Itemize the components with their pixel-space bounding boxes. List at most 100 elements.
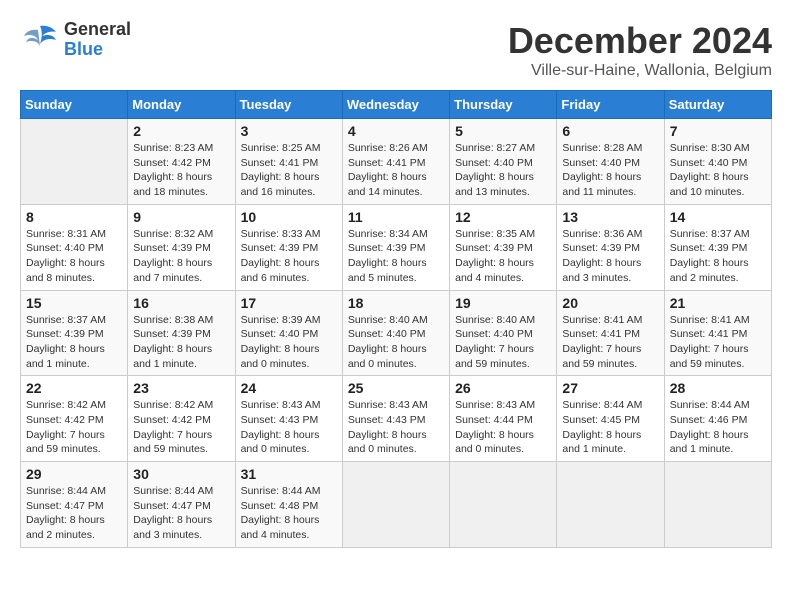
table-row: 29 Sunrise: 8:44 AMSunset: 4:47 PMDaylig… bbox=[21, 462, 128, 548]
day-info: Sunrise: 8:35 AMSunset: 4:39 PMDaylight:… bbox=[455, 227, 551, 286]
day-info: Sunrise: 8:43 AMSunset: 4:43 PMDaylight:… bbox=[241, 398, 337, 457]
day-info: Sunrise: 8:43 AMSunset: 4:44 PMDaylight:… bbox=[455, 398, 551, 457]
logo: General Blue bbox=[20, 20, 131, 60]
day-number: 18 bbox=[348, 295, 444, 311]
table-row: 18 Sunrise: 8:40 AMSunset: 4:40 PMDaylig… bbox=[342, 290, 449, 376]
table-row: 16 Sunrise: 8:38 AMSunset: 4:39 PMDaylig… bbox=[128, 290, 235, 376]
logo-text: General Blue bbox=[64, 20, 131, 60]
logo-general: General bbox=[64, 20, 131, 40]
day-number: 10 bbox=[241, 209, 337, 225]
col-wednesday: Wednesday bbox=[342, 91, 449, 119]
day-info: Sunrise: 8:39 AMSunset: 4:40 PMDaylight:… bbox=[241, 313, 337, 372]
table-row: 3 Sunrise: 8:25 AMSunset: 4:41 PMDayligh… bbox=[235, 119, 342, 205]
calendar-week-row: 22 Sunrise: 8:42 AMSunset: 4:42 PMDaylig… bbox=[21, 376, 772, 462]
calendar-table: Sunday Monday Tuesday Wednesday Thursday… bbox=[20, 90, 772, 548]
title-section: December 2024 Ville-sur-Haine, Wallonia,… bbox=[508, 20, 772, 80]
day-info: Sunrise: 8:31 AMSunset: 4:40 PMDaylight:… bbox=[26, 227, 122, 286]
day-info: Sunrise: 8:44 AMSunset: 4:48 PMDaylight:… bbox=[241, 484, 337, 543]
table-row: 5 Sunrise: 8:27 AMSunset: 4:40 PMDayligh… bbox=[450, 119, 557, 205]
general-blue-icon bbox=[20, 22, 60, 58]
table-row: 21 Sunrise: 8:41 AMSunset: 4:41 PMDaylig… bbox=[664, 290, 771, 376]
calendar-week-row: 2 Sunrise: 8:23 AMSunset: 4:42 PMDayligh… bbox=[21, 119, 772, 205]
day-info: Sunrise: 8:27 AMSunset: 4:40 PMDaylight:… bbox=[455, 141, 551, 200]
day-number: 23 bbox=[133, 380, 229, 396]
table-row: 12 Sunrise: 8:35 AMSunset: 4:39 PMDaylig… bbox=[450, 204, 557, 290]
table-row: 23 Sunrise: 8:42 AMSunset: 4:42 PMDaylig… bbox=[128, 376, 235, 462]
day-number: 11 bbox=[348, 209, 444, 225]
table-row: 15 Sunrise: 8:37 AMSunset: 4:39 PMDaylig… bbox=[21, 290, 128, 376]
calendar-week-row: 8 Sunrise: 8:31 AMSunset: 4:40 PMDayligh… bbox=[21, 204, 772, 290]
day-info: Sunrise: 8:37 AMSunset: 4:39 PMDaylight:… bbox=[26, 313, 122, 372]
table-row: 24 Sunrise: 8:43 AMSunset: 4:43 PMDaylig… bbox=[235, 376, 342, 462]
day-number: 6 bbox=[562, 123, 658, 139]
day-info: Sunrise: 8:41 AMSunset: 4:41 PMDaylight:… bbox=[562, 313, 658, 372]
day-number: 3 bbox=[241, 123, 337, 139]
col-monday: Monday bbox=[128, 91, 235, 119]
day-info: Sunrise: 8:36 AMSunset: 4:39 PMDaylight:… bbox=[562, 227, 658, 286]
logo-blue: Blue bbox=[64, 40, 131, 60]
page-title: December 2024 bbox=[508, 20, 772, 62]
table-row: 26 Sunrise: 8:43 AMSunset: 4:44 PMDaylig… bbox=[450, 376, 557, 462]
day-info: Sunrise: 8:44 AMSunset: 4:46 PMDaylight:… bbox=[670, 398, 766, 457]
table-row: 13 Sunrise: 8:36 AMSunset: 4:39 PMDaylig… bbox=[557, 204, 664, 290]
day-info: Sunrise: 8:37 AMSunset: 4:39 PMDaylight:… bbox=[670, 227, 766, 286]
day-number: 8 bbox=[26, 209, 122, 225]
table-row: 6 Sunrise: 8:28 AMSunset: 4:40 PMDayligh… bbox=[557, 119, 664, 205]
day-info: Sunrise: 8:44 AMSunset: 4:47 PMDaylight:… bbox=[133, 484, 229, 543]
page-subtitle: Ville-sur-Haine, Wallonia, Belgium bbox=[508, 62, 772, 80]
day-info: Sunrise: 8:25 AMSunset: 4:41 PMDaylight:… bbox=[241, 141, 337, 200]
day-number: 7 bbox=[670, 123, 766, 139]
day-number: 4 bbox=[348, 123, 444, 139]
col-tuesday: Tuesday bbox=[235, 91, 342, 119]
day-number: 26 bbox=[455, 380, 551, 396]
day-info: Sunrise: 8:26 AMSunset: 4:41 PMDaylight:… bbox=[348, 141, 444, 200]
day-number: 5 bbox=[455, 123, 551, 139]
day-number: 14 bbox=[670, 209, 766, 225]
day-info: Sunrise: 8:44 AMSunset: 4:47 PMDaylight:… bbox=[26, 484, 122, 543]
day-number: 27 bbox=[562, 380, 658, 396]
table-row bbox=[450, 462, 557, 548]
calendar-week-row: 29 Sunrise: 8:44 AMSunset: 4:47 PMDaylig… bbox=[21, 462, 772, 548]
day-number: 9 bbox=[133, 209, 229, 225]
table-row: 11 Sunrise: 8:34 AMSunset: 4:39 PMDaylig… bbox=[342, 204, 449, 290]
table-row: 8 Sunrise: 8:31 AMSunset: 4:40 PMDayligh… bbox=[21, 204, 128, 290]
table-row: 20 Sunrise: 8:41 AMSunset: 4:41 PMDaylig… bbox=[557, 290, 664, 376]
day-info: Sunrise: 8:43 AMSunset: 4:43 PMDaylight:… bbox=[348, 398, 444, 457]
day-info: Sunrise: 8:42 AMSunset: 4:42 PMDaylight:… bbox=[26, 398, 122, 457]
table-row bbox=[342, 462, 449, 548]
day-number: 21 bbox=[670, 295, 766, 311]
col-thursday: Thursday bbox=[450, 91, 557, 119]
day-number: 31 bbox=[241, 466, 337, 482]
day-info: Sunrise: 8:40 AMSunset: 4:40 PMDaylight:… bbox=[348, 313, 444, 372]
day-number: 12 bbox=[455, 209, 551, 225]
day-info: Sunrise: 8:44 AMSunset: 4:45 PMDaylight:… bbox=[562, 398, 658, 457]
day-number: 24 bbox=[241, 380, 337, 396]
day-info: Sunrise: 8:38 AMSunset: 4:39 PMDaylight:… bbox=[133, 313, 229, 372]
day-number: 29 bbox=[26, 466, 122, 482]
table-row: 10 Sunrise: 8:33 AMSunset: 4:39 PMDaylig… bbox=[235, 204, 342, 290]
table-row: 9 Sunrise: 8:32 AMSunset: 4:39 PMDayligh… bbox=[128, 204, 235, 290]
day-number: 13 bbox=[562, 209, 658, 225]
col-sunday: Sunday bbox=[21, 91, 128, 119]
col-saturday: Saturday bbox=[664, 91, 771, 119]
day-info: Sunrise: 8:42 AMSunset: 4:42 PMDaylight:… bbox=[133, 398, 229, 457]
day-info: Sunrise: 8:28 AMSunset: 4:40 PMDaylight:… bbox=[562, 141, 658, 200]
table-row: 4 Sunrise: 8:26 AMSunset: 4:41 PMDayligh… bbox=[342, 119, 449, 205]
table-row bbox=[664, 462, 771, 548]
table-row: 27 Sunrise: 8:44 AMSunset: 4:45 PMDaylig… bbox=[557, 376, 664, 462]
day-number: 19 bbox=[455, 295, 551, 311]
day-number: 16 bbox=[133, 295, 229, 311]
day-info: Sunrise: 8:34 AMSunset: 4:39 PMDaylight:… bbox=[348, 227, 444, 286]
table-row: 22 Sunrise: 8:42 AMSunset: 4:42 PMDaylig… bbox=[21, 376, 128, 462]
day-number: 20 bbox=[562, 295, 658, 311]
day-number: 30 bbox=[133, 466, 229, 482]
table-row bbox=[557, 462, 664, 548]
table-row: 30 Sunrise: 8:44 AMSunset: 4:47 PMDaylig… bbox=[128, 462, 235, 548]
table-row: 2 Sunrise: 8:23 AMSunset: 4:42 PMDayligh… bbox=[128, 119, 235, 205]
day-info: Sunrise: 8:33 AMSunset: 4:39 PMDaylight:… bbox=[241, 227, 337, 286]
day-info: Sunrise: 8:23 AMSunset: 4:42 PMDaylight:… bbox=[133, 141, 229, 200]
table-row: 14 Sunrise: 8:37 AMSunset: 4:39 PMDaylig… bbox=[664, 204, 771, 290]
calendar-week-row: 15 Sunrise: 8:37 AMSunset: 4:39 PMDaylig… bbox=[21, 290, 772, 376]
day-info: Sunrise: 8:41 AMSunset: 4:41 PMDaylight:… bbox=[670, 313, 766, 372]
day-info: Sunrise: 8:40 AMSunset: 4:40 PMDaylight:… bbox=[455, 313, 551, 372]
